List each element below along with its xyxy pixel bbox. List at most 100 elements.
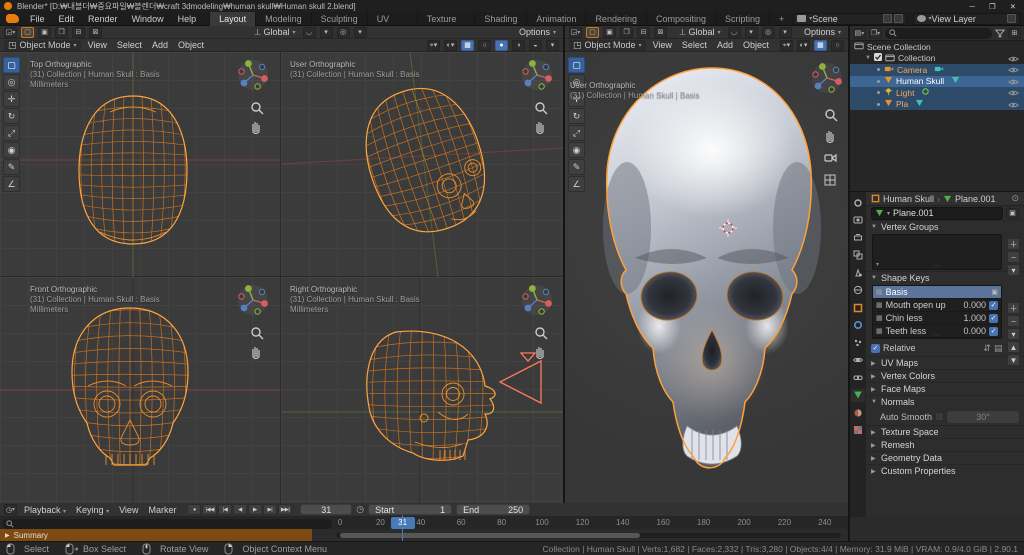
options-dropdown[interactable]: Options▾ (801, 27, 844, 37)
panel-geometry-data[interactable]: ▶Geometry Data (866, 451, 1024, 464)
skull-shaded[interactable] (603, 68, 821, 468)
timeline-menu-marker[interactable]: Marker (145, 505, 179, 515)
tool-cursor[interactable]: ◎ (568, 74, 585, 90)
menu-add[interactable]: Add (714, 40, 736, 50)
shape-key-value[interactable]: 0.000 (954, 326, 986, 336)
shading-wireframe-button[interactable]: ○ (831, 40, 844, 51)
tool-annotate[interactable]: ✎ (568, 159, 585, 175)
snap-magnet-toggle[interactable]: ◡ (303, 27, 316, 38)
properties-tab-modifiers[interactable] (851, 319, 865, 332)
shape-key-value[interactable]: 0.000 (954, 300, 986, 310)
panel-face-maps[interactable]: ▶Face Maps (866, 382, 1024, 395)
panel-vertex-colors[interactable]: ▶Vertex Colors (866, 369, 1024, 382)
shape-key-mute-checkbox[interactable]: ✓ (989, 327, 998, 336)
breadcrumb-object[interactable]: Human Skull (883, 194, 934, 204)
filter-icon[interactable] (995, 29, 1005, 38)
tab-uv-editing[interactable]: UV Editing (367, 12, 417, 26)
outliner-row-human-skull[interactable]: Human Skull (850, 76, 1024, 88)
tab-shading[interactable]: Shading (474, 12, 526, 26)
current-frame-field[interactable]: 31 (300, 504, 352, 515)
proportional-edit-toggle[interactable]: ◎ (762, 27, 775, 38)
panel-uv-maps[interactable]: ▶UV Maps (866, 356, 1024, 369)
menu-add[interactable]: Add (149, 40, 171, 50)
proportional-edit-toggle[interactable]: ◎ (337, 27, 350, 38)
overlays-toggle[interactable]: ◐▾ (797, 40, 810, 51)
timeline-scrollbar[interactable] (336, 533, 841, 538)
snap-settings-dropdown[interactable]: ▾ (745, 27, 758, 38)
tool-measure[interactable]: ∠ (568, 176, 585, 192)
panel-normals[interactable]: ▼Normals (866, 395, 1024, 408)
blender-menu-icon[interactable] (6, 14, 19, 23)
pin-icon[interactable]: ⊙ (1011, 193, 1019, 204)
panel-texture-space[interactable]: ▶Texture Space (866, 425, 1024, 438)
properties-tab-tool[interactable] (851, 196, 865, 209)
tab-sculpting[interactable]: Sculpting (311, 12, 367, 26)
visibility-eye-icon[interactable] (1008, 66, 1019, 76)
panel-custom-properties[interactable]: ▶Custom Properties (866, 464, 1024, 477)
auto-smooth-checkbox[interactable]: ✓ (935, 412, 944, 421)
outliner-row-light[interactable]: Light (850, 87, 1024, 99)
outliner-row-pla[interactable]: Pla (850, 99, 1024, 111)
tab-rendering[interactable]: Rendering (585, 12, 646, 26)
tool-transform[interactable]: ◉ (3, 142, 20, 158)
shading-solid-button[interactable]: ● (495, 40, 508, 51)
select-mode-extend[interactable]: ❒ (55, 27, 68, 38)
vg-specials-button[interactable]: ▾ (1007, 264, 1020, 276)
menu-file[interactable]: File (23, 12, 52, 26)
menu-edit[interactable]: Edit (52, 12, 82, 26)
sk-add-button[interactable]: ＋ (1007, 302, 1020, 314)
timeline-search-input[interactable] (2, 519, 332, 529)
quad-top-view[interactable] (0, 52, 281, 277)
timeline-menu-keying[interactable]: Keying ▾ (73, 505, 112, 515)
new-scene-button[interactable] (883, 14, 892, 23)
collection-checkbox[interactable] (874, 53, 882, 63)
quad-right-view[interactable] (281, 277, 563, 503)
select-mode-invert[interactable]: ⊠ (654, 27, 667, 38)
tab-compositing[interactable]: Compositing (646, 12, 715, 26)
play-reverse-button[interactable]: ◀ (233, 504, 247, 515)
tool-rotate[interactable]: ↻ (3, 108, 20, 124)
select-mode-new[interactable]: ▣ (38, 27, 51, 38)
sk-remove-button[interactable]: − (1007, 315, 1020, 327)
tab-texture-paint[interactable]: Texture Paint (417, 12, 475, 26)
properties-tab-material[interactable] (851, 406, 865, 419)
select-mode-invert[interactable]: ⊠ (89, 27, 102, 38)
outliner-search-input[interactable] (885, 28, 992, 39)
ortho-grid-icon[interactable] (825, 175, 835, 185)
tab-animation[interactable]: Animation (526, 12, 585, 26)
use-preview-range-icon[interactable]: ◷ (356, 504, 364, 515)
tab-layout[interactable]: Layout (209, 12, 255, 26)
outliner-display-mode-button[interactable]: ▤▾ (853, 28, 866, 39)
select-mode-subtract[interactable]: ⊟ (72, 27, 85, 38)
menu-view[interactable]: View (85, 40, 110, 50)
tool-annotate[interactable]: ✎ (3, 159, 20, 175)
visibility-eye-icon[interactable] (1008, 89, 1019, 99)
zoom-icon[interactable] (826, 110, 837, 121)
menu-object[interactable]: Object (175, 40, 207, 50)
panel-remesh[interactable]: ▶Remesh (866, 438, 1024, 451)
properties-tab-object-data[interactable] (851, 389, 865, 402)
new-view-layer-button[interactable] (1007, 14, 1016, 23)
view-layer-selector[interactable]: ▾ View Layer (913, 13, 1020, 25)
panel-shape-keys[interactable]: ▼Shape Keys (866, 271, 1024, 284)
relative-checkbox[interactable]: ✓ (871, 344, 880, 353)
options-dropdown[interactable]: Options▾ (516, 27, 559, 37)
visibility-eye-icon[interactable] (1008, 78, 1019, 88)
mesh-name-field[interactable]: ▾Plane.001 (871, 207, 1003, 220)
editor-type-button[interactable]: ◲▾ (569, 27, 582, 38)
playhead-line[interactable] (402, 515, 403, 541)
frame-start-field[interactable]: Start1 (368, 504, 452, 515)
nav-gizmo[interactable] (812, 63, 842, 93)
mode-dropdown[interactable]: ◳Object Mode▾ (4, 40, 81, 51)
minimize-button[interactable]: ─ (970, 2, 975, 11)
transform-orientation-dropdown[interactable]: ⟂Global▾ (251, 27, 298, 38)
xray-toggle[interactable]: ▦ (461, 40, 474, 51)
mode-dropdown[interactable]: ◳Object Mode▾ (569, 40, 646, 51)
scene-selector[interactable]: ▾ Scene (793, 13, 906, 25)
next-keyframe-button[interactable]: ▶| (263, 504, 277, 515)
properties-tab-physics[interactable] (851, 354, 865, 367)
hand-icon[interactable] (827, 131, 833, 143)
prev-keyframe-button[interactable]: |◀ (218, 504, 232, 515)
tool-rotate[interactable]: ↻ (568, 108, 585, 124)
gizmo-dropdown[interactable]: ⌖▾ (780, 40, 793, 51)
